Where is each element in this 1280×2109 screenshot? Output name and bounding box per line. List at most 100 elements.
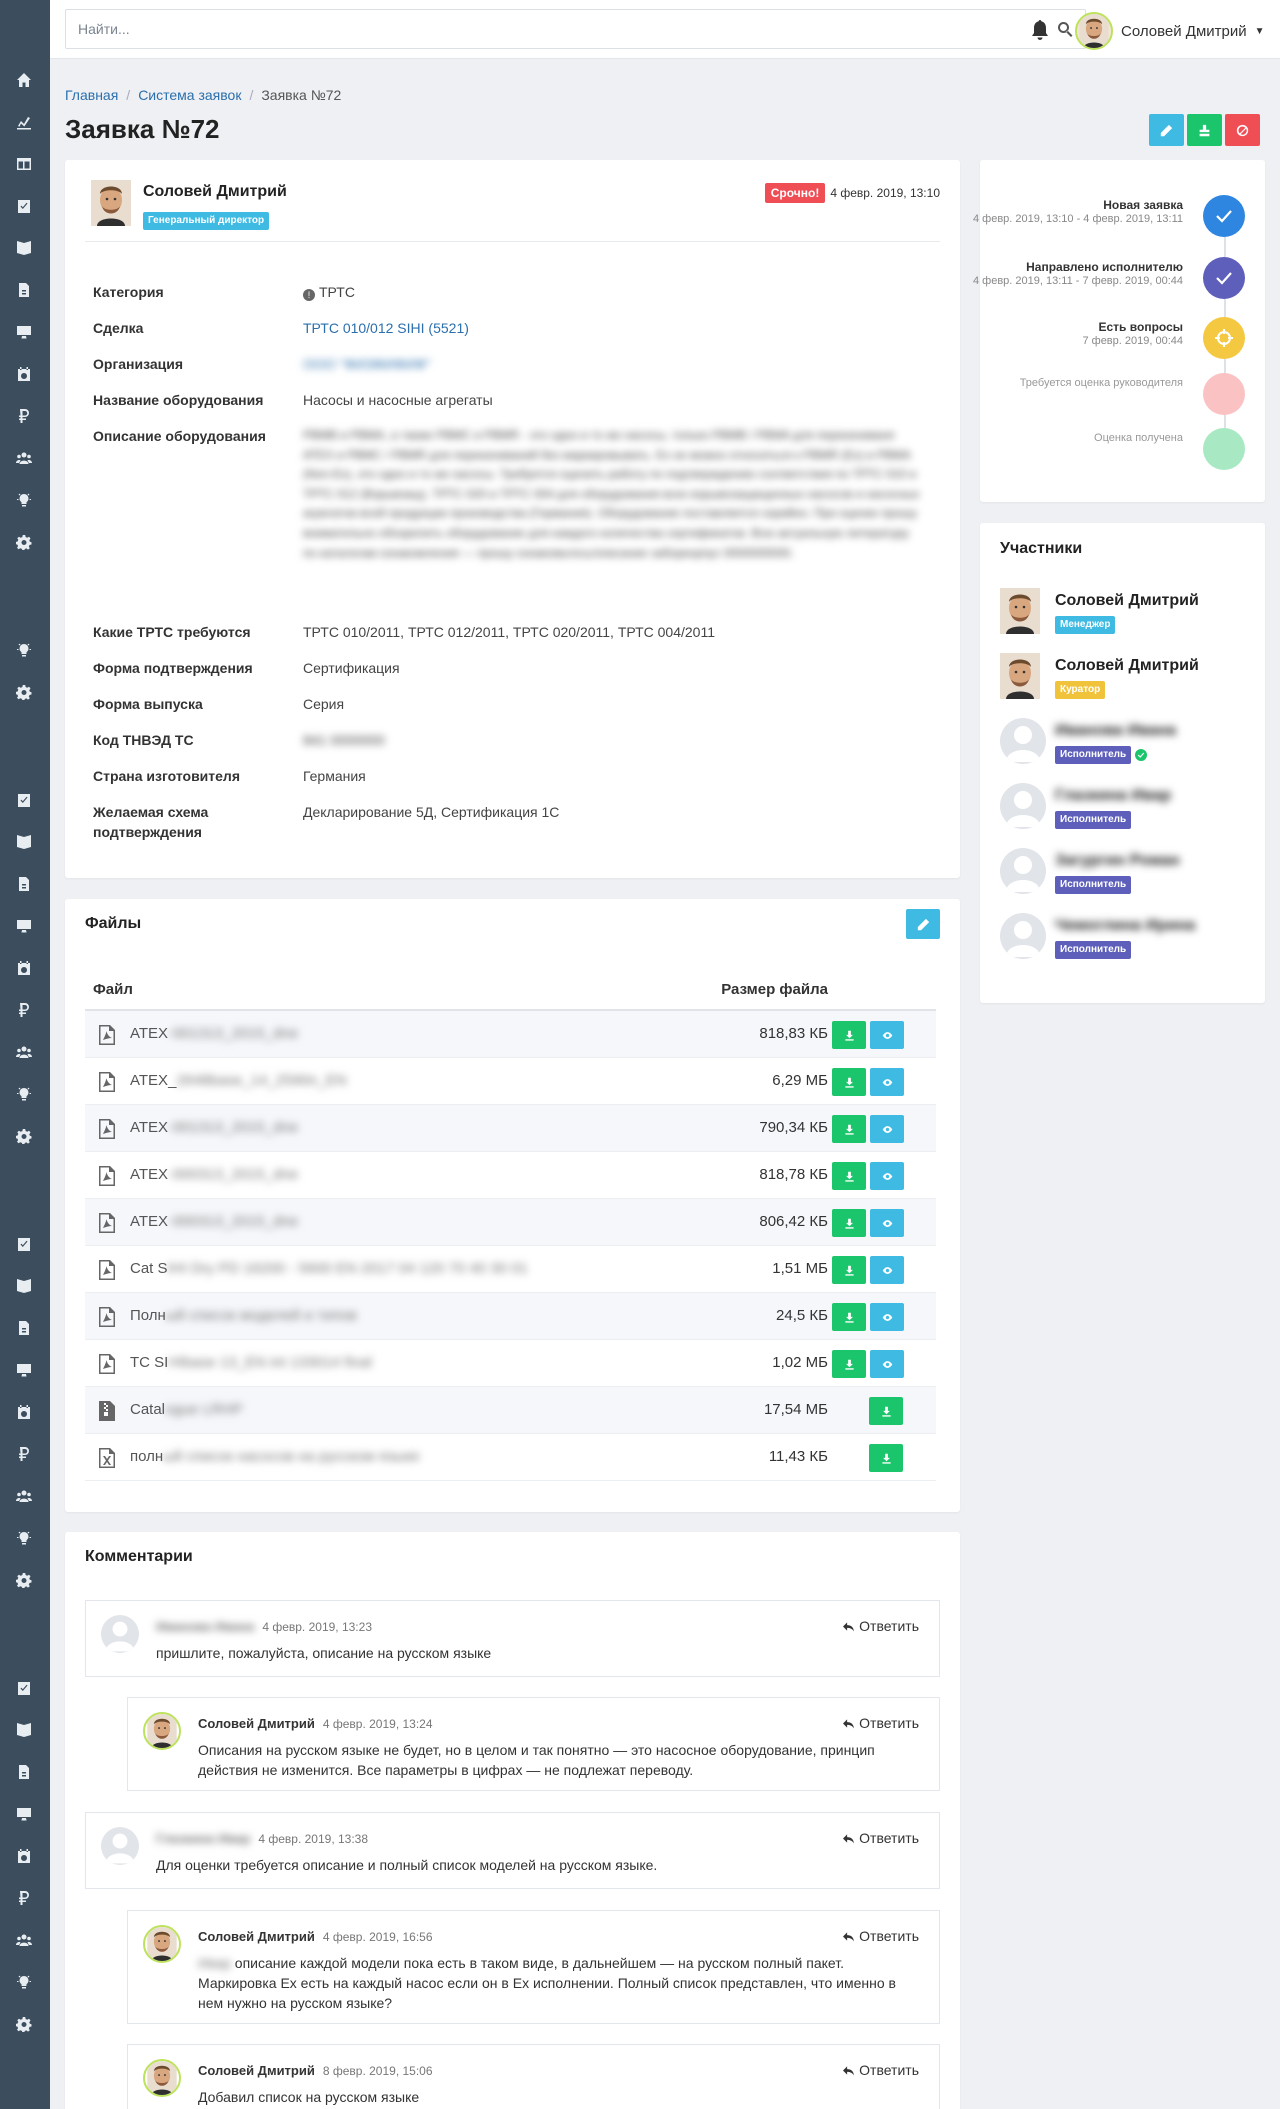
download-button[interactable]	[832, 1303, 866, 1331]
book-icon[interactable]	[15, 1722, 33, 1740]
comment-reply: Соловей Дмитрий 4 февр. 2019, 13:24 Ответи…	[127, 1697, 940, 1791]
users-icon[interactable]	[15, 1932, 33, 1950]
preview-button[interactable]	[870, 1350, 904, 1378]
breadcrumb-requests[interactable]: Система заявок	[138, 87, 241, 103]
ruble-icon[interactable]	[15, 1890, 33, 1908]
home-icon[interactable]	[15, 72, 33, 90]
preview-button[interactable]	[870, 1303, 904, 1331]
file-name[interactable]: TC SIHIbase 13_EN int 133014 final	[130, 1354, 372, 1371]
comment-reply: Соловей Дмитрий 4 февр. 2019, 16:56 Ответи…	[127, 1910, 940, 2024]
download-button[interactable]	[832, 1209, 866, 1237]
ruble-icon[interactable]	[15, 1002, 33, 1020]
edit-button[interactable]	[1149, 114, 1184, 146]
deal-link[interactable]: ТРТС 010/012 SIHI (5521)	[303, 320, 469, 336]
file-name[interactable]: ATEX-000313_2015_dne	[130, 1166, 298, 1183]
settings-icon[interactable]	[15, 1572, 33, 1590]
document-icon[interactable]	[15, 282, 33, 300]
settings-icon[interactable]	[15, 2016, 33, 2034]
tasks-icon[interactable]	[15, 1680, 33, 1698]
users-icon[interactable]	[15, 1488, 33, 1506]
lightbulb-icon[interactable]	[15, 492, 33, 510]
file-size: 806,42 КБ	[759, 1213, 828, 1230]
search-input[interactable]	[66, 10, 1026, 48]
edit-files-button[interactable]	[906, 909, 940, 939]
reply-button[interactable]: Ответить	[843, 1618, 919, 1634]
analytics-icon[interactable]	[15, 114, 33, 132]
file-name[interactable]: Полный список моделей и типов	[130, 1307, 357, 1324]
lightbulb-icon[interactable]	[15, 1530, 33, 1548]
avatar	[1000, 718, 1046, 764]
comment-author: Соловей Дмитрий 4 февр. 2019, 16:56	[198, 1929, 433, 1944]
tasks-icon[interactable]	[15, 792, 33, 810]
monitor-icon[interactable]	[15, 324, 33, 342]
file-name[interactable]: ATEX_2648base_14_2590n_EN	[130, 1072, 347, 1089]
settings-icon[interactable]	[15, 684, 33, 702]
breadcrumb-home[interactable]: Главная	[65, 87, 118, 103]
monitor-icon[interactable]	[15, 1362, 33, 1380]
file-name[interactable]: ATEX-001313_2015_dne	[130, 1025, 298, 1042]
reply-button[interactable]: Ответить	[843, 1830, 919, 1846]
book-icon[interactable]	[15, 834, 33, 852]
search-icon[interactable]	[1057, 21, 1073, 37]
pdf-icon	[97, 1165, 117, 1187]
lightbulb-icon[interactable]	[15, 1974, 33, 1992]
participant[interactable]: Глазкина Ивар Исполнитель	[1000, 783, 1250, 833]
comment-date: 4 февр. 2019, 16:56	[322, 1930, 433, 1944]
participant[interactable]: Соловей Дмитрий Куратор	[1000, 653, 1250, 703]
participant[interactable]: Загургин Роман Исполнитель	[1000, 848, 1250, 898]
ruble-icon[interactable]	[15, 408, 33, 426]
calendar-icon[interactable]	[15, 960, 33, 978]
preview-button[interactable]	[870, 1068, 904, 1096]
tasks-icon[interactable]	[15, 198, 33, 216]
file-name[interactable]: Cat SIHI Dry PD 16200 - 5600 EN 2017 04 …	[130, 1260, 528, 1277]
download-button[interactable]	[832, 1350, 866, 1378]
download-button[interactable]	[869, 1397, 903, 1425]
ruble-icon[interactable]	[15, 1446, 33, 1464]
download-button[interactable]	[832, 1256, 866, 1284]
reply-button[interactable]: Ответить	[843, 1928, 919, 1944]
tasks-icon[interactable]	[15, 1236, 33, 1254]
calendar-icon[interactable]	[15, 1848, 33, 1866]
download-button[interactable]	[832, 1162, 866, 1190]
lightbulb-icon[interactable]	[15, 1086, 33, 1104]
organization-link[interactable]: ООО "ФИЗФИФИФ"	[303, 356, 431, 372]
document-icon[interactable]	[15, 1764, 33, 1782]
monitor-icon[interactable]	[15, 1806, 33, 1824]
cancel-button[interactable]	[1225, 114, 1260, 146]
download-button[interactable]	[832, 1115, 866, 1143]
settings-icon[interactable]	[15, 534, 33, 552]
preview-button[interactable]	[870, 1162, 904, 1190]
settings-icon[interactable]	[15, 1128, 33, 1146]
document-icon[interactable]	[15, 876, 33, 894]
users-icon[interactable]	[15, 450, 33, 468]
file-name[interactable]: ATEX-001313_2015_dne	[130, 1119, 298, 1136]
reply-icon	[843, 1931, 854, 1942]
file-name[interactable]: полный список насосов на русском языке	[130, 1448, 420, 1465]
participant[interactable]: Иванова Ивана Исполнитель	[1000, 718, 1250, 768]
file-name[interactable]: ATEX-000313_2015_dne	[130, 1213, 298, 1230]
calendar-icon[interactable]	[15, 366, 33, 384]
participant[interactable]: Соловей Дмитрий Менеджер	[1000, 588, 1250, 638]
user-menu[interactable]: Соловей Дмитрий ▼	[1075, 11, 1265, 51]
download-button[interactable]	[832, 1021, 866, 1049]
monitor-icon[interactable]	[15, 918, 33, 936]
preview-button[interactable]	[870, 1256, 904, 1284]
table-icon[interactable]	[15, 156, 33, 174]
preview-button[interactable]	[870, 1021, 904, 1049]
file-name[interactable]: Catalogue LRHP	[130, 1401, 243, 1418]
calendar-icon[interactable]	[15, 1404, 33, 1422]
document-icon[interactable]	[15, 1320, 33, 1338]
lightbulb-icon[interactable]	[15, 642, 33, 660]
reply-button[interactable]: Ответить	[843, 2062, 919, 2078]
notifications-bell-icon[interactable]	[1028, 18, 1052, 42]
download-button[interactable]	[869, 1444, 903, 1472]
book-icon[interactable]	[15, 240, 33, 258]
book-icon[interactable]	[15, 1278, 33, 1296]
reply-button[interactable]: Ответить	[843, 1715, 919, 1731]
participant[interactable]: Чемоглина Ирина Исполнитель	[1000, 913, 1250, 963]
approve-button[interactable]	[1187, 114, 1222, 146]
users-icon[interactable]	[15, 1044, 33, 1062]
preview-button[interactable]	[870, 1209, 904, 1237]
download-button[interactable]	[832, 1068, 866, 1096]
preview-button[interactable]	[870, 1115, 904, 1143]
